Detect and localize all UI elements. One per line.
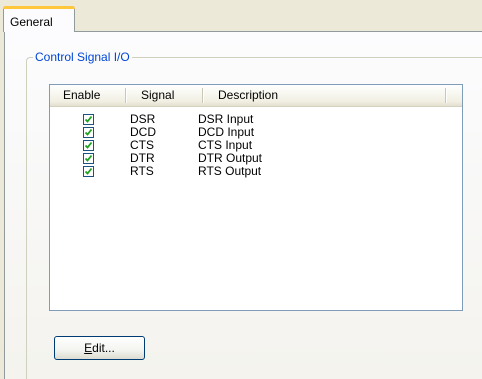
column-header-enable[interactable]: Enable [63, 85, 100, 106]
signal-cell: RTS [130, 164, 154, 178]
enable-checkbox-dsr[interactable] [83, 114, 94, 125]
list-row-dcd[interactable]: DCD DCD Input [50, 126, 462, 139]
edit-button-mnemonic: E [84, 341, 93, 355]
check-icon [84, 154, 93, 162]
tab-general[interactable]: General [3, 6, 75, 32]
check-icon [84, 141, 93, 149]
check-icon [84, 128, 93, 136]
tab-general-label: General [10, 15, 53, 29]
edit-button[interactable]: Edit... [54, 336, 145, 360]
description-cell: RTS Output [198, 164, 262, 178]
column-divider[interactable] [202, 88, 204, 103]
check-icon [84, 115, 93, 123]
column-divider[interactable] [125, 88, 127, 103]
groupbox-title: Control Signal I/O [33, 50, 132, 64]
enable-checkbox-dcd[interactable] [83, 127, 94, 138]
enable-checkbox-rts[interactable] [83, 166, 94, 177]
check-icon [84, 167, 93, 175]
column-header-description[interactable]: Description [218, 85, 278, 106]
signal-list[interactable]: Enable Signal Description DSR DSR Input … [49, 84, 463, 311]
list-row-rts[interactable]: RTS RTS Output [50, 165, 462, 178]
list-row-dsr[interactable]: DSR DSR Input [50, 113, 462, 126]
edit-button-label: dit... [92, 341, 115, 355]
column-header-signal[interactable]: Signal [141, 85, 174, 106]
enable-checkbox-cts[interactable] [83, 140, 94, 151]
enable-checkbox-dtr[interactable] [83, 153, 94, 164]
column-divider[interactable] [445, 88, 447, 103]
list-header: Enable Signal Description [50, 85, 462, 107]
